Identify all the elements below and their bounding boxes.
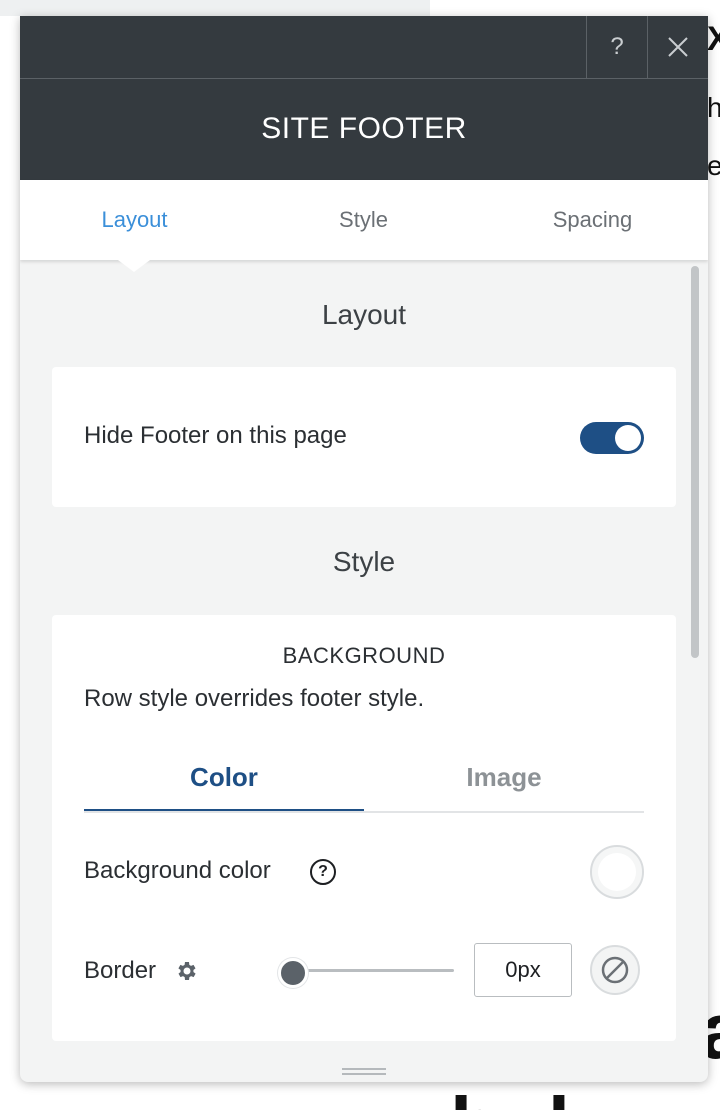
help-button[interactable]: ? <box>586 16 647 78</box>
background-color-swatch[interactable] <box>590 845 644 899</box>
tab-layout[interactable]: Layout <box>20 180 249 260</box>
active-tab-pointer <box>118 260 150 272</box>
border-slider-handle[interactable] <box>278 958 308 988</box>
background-card: BACKGROUND Row style overrides footer st… <box>52 615 676 1041</box>
toggle-knob <box>615 425 641 451</box>
background-title: BACKGROUND <box>282 643 446 668</box>
site-footer-panel: ? SITE FOOTER Layout Style Spacing Layou… <box>20 16 708 1082</box>
gear-icon[interactable] <box>174 959 198 983</box>
background-text-fragment: he <box>707 92 720 123</box>
background-text-fragment: X <box>707 20 720 58</box>
close-button[interactable] <box>647 16 708 78</box>
tab-spacing[interactable]: Spacing <box>478 180 707 260</box>
resize-handle[interactable] <box>342 1068 386 1078</box>
panel-title: SITE FOOTER <box>261 112 467 145</box>
hide-footer-toggle[interactable] <box>580 422 644 454</box>
prohibited-icon <box>601 956 629 984</box>
background-text-fragment: b d <box>450 1080 720 1110</box>
section-heading-style: Style <box>332 546 396 577</box>
panel-header-toolbar: ? <box>20 16 708 79</box>
border-width-input[interactable] <box>474 943 572 997</box>
background-note: Row style overrides footer style. <box>84 685 425 712</box>
panel-header: ? SITE FOOTER <box>20 16 708 180</box>
border-slider-track[interactable] <box>292 969 454 972</box>
help-circle-icon[interactable]: ? <box>310 859 336 885</box>
background-color-label: Background color <box>84 857 271 884</box>
background-subtabs: Color Image <box>84 745 644 813</box>
tab-style[interactable]: Style <box>249 180 478 260</box>
close-icon <box>668 37 688 57</box>
subtab-image[interactable]: Image <box>364 745 644 809</box>
background-text-fragment: et <box>707 150 720 181</box>
layout-card: Hide Footer on this page <box>52 367 676 507</box>
background-page-strip <box>0 0 430 16</box>
hide-footer-label: Hide Footer on this page <box>84 422 347 449</box>
no-border-button[interactable] <box>590 945 640 995</box>
subtab-color[interactable]: Color <box>84 745 364 811</box>
section-heading-layout: Layout <box>321 299 407 330</box>
panel-tabs: Layout Style Spacing <box>20 180 708 272</box>
border-label: Border <box>84 957 157 984</box>
